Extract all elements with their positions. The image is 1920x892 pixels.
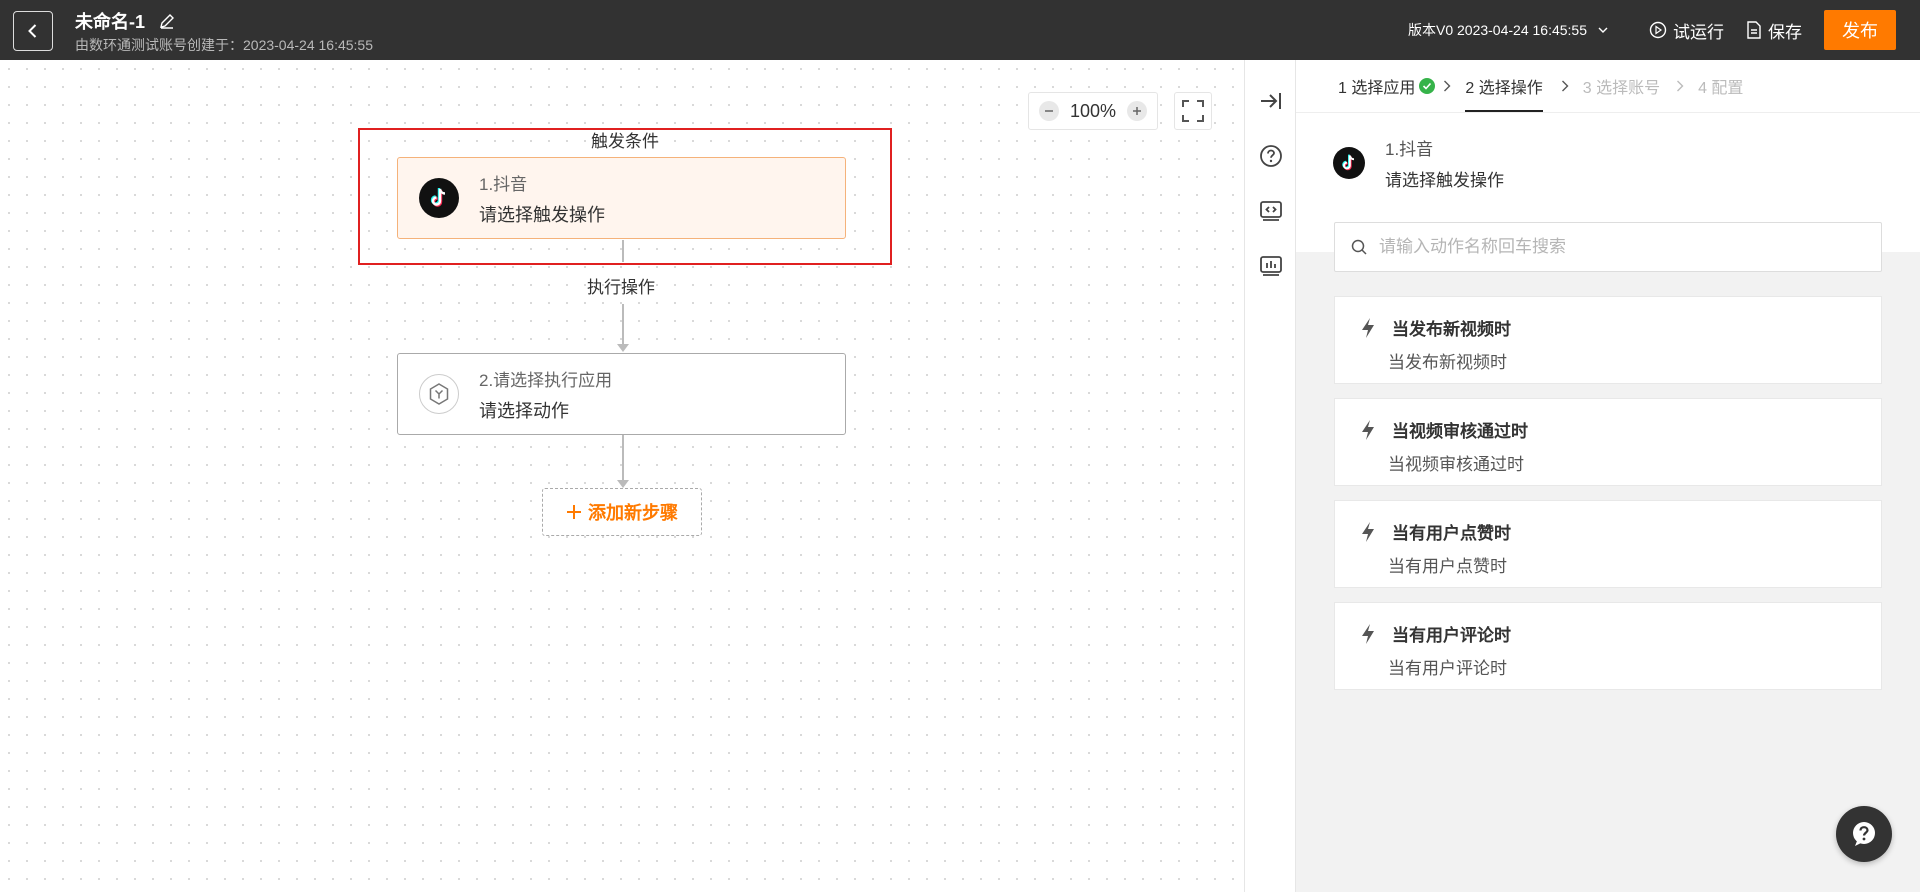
action-node[interactable]: 2.请选择执行应用 请选择动作 [397, 353, 846, 435]
minus-icon [1045, 110, 1053, 112]
connector-line [622, 435, 624, 481]
back-button[interactable] [13, 11, 53, 51]
trigger-option[interactable]: 当有用户点赞时 当有用户点赞时 [1334, 500, 1882, 588]
back-arrow-icon [28, 24, 37, 38]
trigger-option-title: 当有用户点赞时 [1392, 524, 1511, 543]
trigger-option[interactable]: 当有用户评论时 当有用户评论时 [1334, 602, 1882, 690]
step-label: 2 选择操作 [1465, 80, 1543, 97]
chart-bars-icon [1260, 256, 1282, 276]
search-icon [1351, 239, 1367, 255]
trigger-option[interactable]: 当发布新视频时 当发布新视频时 [1334, 296, 1882, 384]
publish-button[interactable]: 发布 [1824, 10, 1896, 50]
title-row: 未命名-1 [75, 8, 177, 34]
page-title: 未命名-1 [75, 12, 146, 32]
trigger-option-desc: 当有用户点赞时 [1388, 557, 1507, 576]
trigger-list: 当发布新视频时 当发布新视频时 当视频审核通过时 当视频审核通过时 当有用户点赞… [1334, 296, 1882, 704]
lightning-icon [1359, 316, 1377, 340]
action-node-subtitle: 请选择动作 [479, 400, 569, 421]
test-run-label: 试运行 [1673, 22, 1724, 42]
trigger-option[interactable]: 当视频审核通过时 当视频审核通过时 [1334, 398, 1882, 486]
header-actions: 版本V0 2023-04-24 16:45:55 试运行 保存 发布 [1408, 10, 1896, 50]
trigger-option-desc: 当有用户评论时 [1388, 659, 1507, 678]
zoom-control: 100% [1028, 92, 1158, 130]
selected-app-subtitle: 请选择触发操作 [1385, 171, 1504, 190]
trigger-node-text: 1.抖音 请选择触发操作 [479, 170, 605, 227]
trigger-node-title: 1.抖音 [479, 174, 528, 194]
selected-app-info: 1.抖音 请选择触发操作 [1333, 135, 1504, 191]
action-search-input[interactable] [1379, 237, 1881, 257]
tiktok-icon [419, 178, 459, 218]
step-configure[interactable]: 4 配置 [1698, 60, 1743, 112]
save-label: 保存 [1768, 22, 1802, 42]
plus-icon [567, 505, 581, 519]
zoom-value: 100% [1069, 100, 1117, 121]
side-toolbar [1244, 60, 1296, 892]
connector-arrow [617, 344, 629, 352]
test-run-button[interactable]: 试运行 [1649, 18, 1724, 43]
trigger-option-title: 当发布新视频时 [1392, 320, 1511, 339]
step-label: 4 配置 [1698, 80, 1744, 97]
chevron-down-icon [1598, 27, 1608, 33]
trigger-option-desc: 当发布新视频时 [1388, 353, 1507, 372]
document-icon [1747, 21, 1761, 39]
save-button[interactable]: 保存 [1746, 18, 1802, 43]
collapse-right-icon [1261, 93, 1281, 109]
help-button[interactable] [1258, 143, 1284, 169]
step-label: 1 选择应用 [1338, 80, 1416, 97]
trigger-option-title: 当视频审核通过时 [1392, 422, 1528, 441]
trigger-node-subtitle: 请选择触发操作 [479, 204, 605, 225]
help-chat-button[interactable] [1836, 806, 1892, 862]
lightning-icon [1359, 418, 1377, 442]
chevron-right-icon [1443, 80, 1451, 92]
action-node-title: 2.请选择执行应用 [479, 370, 613, 390]
step-select-account[interactable]: 3 选择账号 [1583, 60, 1660, 112]
code-icon [1260, 201, 1282, 221]
lightning-icon [1359, 520, 1377, 544]
fullscreen-button[interactable] [1174, 92, 1212, 130]
zoom-in-button[interactable] [1126, 101, 1147, 121]
step-label: 3 选择账号 [1582, 80, 1661, 97]
connector-arrow [617, 480, 629, 488]
lightning-icon [1359, 622, 1377, 646]
collapse-panel-button[interactable] [1258, 88, 1284, 114]
action-section-label: 执行操作 [587, 278, 655, 297]
question-circle-icon [1260, 145, 1282, 167]
action-node-text: 2.请选择执行应用 请选择动作 [479, 366, 612, 423]
trigger-option-desc: 当视频审核通过时 [1388, 455, 1524, 474]
step-select-action[interactable]: 2 选择操作 [1465, 60, 1544, 112]
flow-canvas[interactable]: 100% 触发条件 1.抖音 请选择触发操作 执行操作 2.请选择执行应用 请选… [0, 60, 1244, 892]
tiktok-icon [1333, 147, 1365, 179]
step-select-app[interactable]: 1 选择应用 [1338, 60, 1436, 112]
zoom-out-button[interactable] [1039, 101, 1059, 121]
created-info: 由数环通测试账号创建于：2023-04-24 16:45:55 [75, 37, 373, 53]
fullscreen-icon [1182, 100, 1204, 122]
connector-line [622, 304, 624, 344]
logs-button[interactable] [1258, 253, 1284, 279]
selected-app-text: 1.抖音 请选择触发操作 [1385, 135, 1504, 191]
add-step-label: 添加新步骤 [588, 503, 678, 523]
chevron-right-icon [1676, 80, 1684, 92]
plus-icon [1132, 107, 1141, 115]
trigger-section-label: 触发条件 [591, 132, 659, 151]
trigger-node[interactable]: 1.抖音 请选择触发操作 [397, 157, 846, 239]
trigger-option-title: 当有用户评论时 [1392, 626, 1511, 645]
play-circle-icon [1649, 21, 1667, 39]
edit-title-button[interactable] [157, 11, 177, 31]
app-cube-icon [419, 374, 459, 414]
edit-pencil-icon [160, 14, 175, 29]
config-panel: 1 选择应用 2 选择操作 3 选择账号 4 配置 1.抖音 请选择触发操作 请… [1296, 60, 1920, 892]
selected-app-title: 1.抖音 [1385, 140, 1434, 159]
connector-line [622, 240, 624, 262]
top-header: 未命名-1 由数环通测试账号创建于：2023-04-24 16:45:55 版本… [0, 0, 1920, 60]
chevron-right-icon [1561, 80, 1569, 92]
add-step-button[interactable]: 添加新步骤 [542, 488, 702, 536]
check-circle-icon [1419, 78, 1436, 94]
step-tabs: 1 选择应用 2 选择操作 3 选择账号 4 配置 [1296, 60, 1920, 112]
question-bubble-icon [1853, 822, 1875, 846]
code-view-button[interactable] [1258, 198, 1284, 224]
action-search-box [1334, 222, 1882, 272]
version-selector[interactable]: 版本V0 2023-04-24 16:45:55 [1408, 20, 1609, 40]
version-label: 版本V0 2023-04-24 16:45:55 [1407, 22, 1587, 38]
